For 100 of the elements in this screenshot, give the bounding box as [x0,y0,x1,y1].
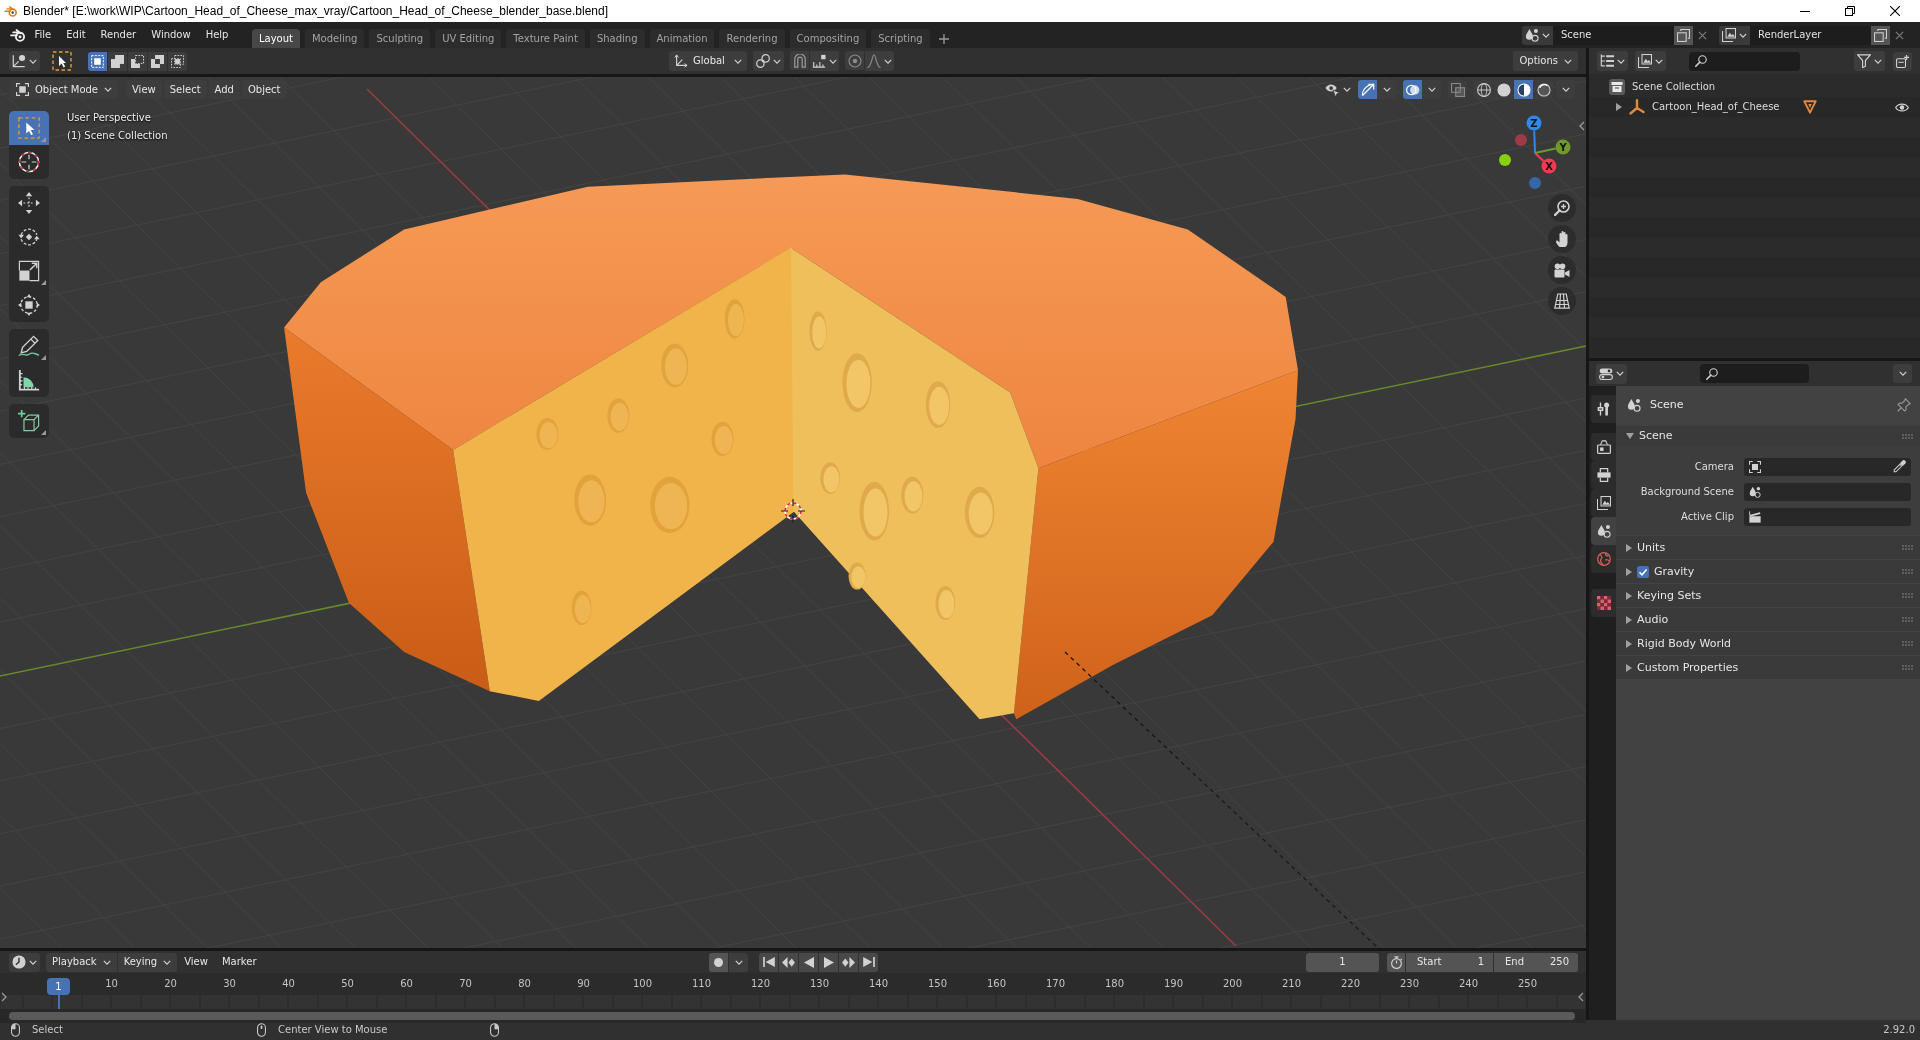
scene-name-field[interactable]: Scene [1553,25,1674,45]
menu-item[interactable]: View [177,952,215,972]
negative-axis-handle[interactable] [1515,134,1527,146]
plus-icon[interactable] [938,33,949,44]
workspace-tab[interactable]: Layout [251,29,300,48]
gizmo-toggle[interactable] [1358,80,1377,99]
workspace-tab[interactable]: Texture Paint [506,29,585,48]
tool-button[interactable] [9,288,49,322]
pin-icon[interactable] [1897,398,1911,412]
perspective-toggle-button[interactable] [1548,287,1576,315]
properties-tab[interactable] [1591,589,1616,617]
horizontal-scrollbar[interactable] [9,1012,1575,1020]
disclosure-triangle-icon[interactable] [1616,103,1622,111]
scene-browse-button[interactable] [1522,25,1553,45]
tool-button[interactable] [9,363,49,397]
record-button[interactable] [709,952,728,972]
triangle-icon[interactable] [1802,100,1817,114]
editor-type-button[interactable] [1597,51,1628,71]
visibility-dropdown[interactable] [1325,82,1351,97]
camera-field[interactable] [1744,457,1911,476]
axis-handle[interactable]: Y [1534,139,1571,155]
disclosure-triangle-icon[interactable] [1626,433,1634,439]
shading-mode-button[interactable] [1534,80,1553,99]
workspace-tab[interactable]: Modeling [304,29,365,48]
tool-button[interactable] [9,329,49,363]
eye-icon[interactable] [1895,101,1909,113]
panel-header[interactable]: Custom Properties [1616,656,1920,679]
menu-item[interactable]: Add [208,80,240,99]
select-mode-button[interactable] [108,51,127,71]
playback-button[interactable] [759,952,778,972]
menu-item[interactable]: Window [143,25,199,45]
tool-button[interactable] [9,404,49,438]
menu-item[interactable]: Help [198,25,236,45]
workspace-tab[interactable]: UV Editing [435,29,502,48]
dropdown-button[interactable] [729,952,748,972]
properties-tab[interactable] [1591,395,1616,423]
panel-header[interactable]: Rigid Body World [1616,632,1920,655]
drag-handle-icon[interactable] [1902,641,1913,646]
disclosure-triangle-icon[interactable] [1626,615,1632,624]
active-clip-field[interactable] [1744,507,1911,526]
xray-toggle[interactable] [1448,80,1467,99]
current-frame-field[interactable]: 1 [1306,952,1379,972]
restore-icon[interactable] [1845,6,1855,16]
shading-mode-button[interactable] [1494,80,1513,99]
duplicate-button[interactable] [1674,25,1693,45]
workspace-tab[interactable]: Compositing [789,29,867,48]
outliner-item[interactable]: Cartoon_Head_of_Cheese [1589,97,1920,117]
disclosure-triangle-icon[interactable] [1626,639,1632,648]
app-logo-icon[interactable] [10,28,26,42]
playback-button[interactable] [799,952,818,972]
menu-item[interactable]: Render [93,25,144,45]
filter-button[interactable] [1854,51,1885,71]
disclosure-triangle-icon[interactable] [1626,543,1632,552]
menu-item[interactable]: View [126,80,162,99]
orientation-dropdown[interactable]: Global [669,51,747,71]
overlay-toggle[interactable] [1403,80,1422,99]
shading-mode-button[interactable] [1514,80,1533,99]
options-dropdown[interactable]: Options [1513,51,1578,71]
properties-tab[interactable] [1591,489,1616,517]
editor-type-button[interactable] [9,51,40,71]
close-icon[interactable] [1890,6,1900,16]
search-field[interactable] [1689,51,1800,71]
preview-range-toggle[interactable] [1387,952,1405,972]
playback-button[interactable] [779,952,798,972]
view-layer-name-field[interactable]: RenderLayer [1750,25,1871,45]
dropdown-button[interactable] [1422,80,1441,99]
end-frame-field[interactable]: End 250 [1494,952,1578,972]
workspace-tab[interactable]: Shading [589,29,645,48]
disclosure-triangle-icon[interactable] [1626,591,1632,600]
tool-button[interactable] [9,145,49,179]
new-collection-button[interactable] [1893,51,1912,71]
panel-header[interactable]: Scene [1616,426,1920,446]
display-mode-button[interactable] [1635,51,1666,71]
camera-view-button[interactable] [1548,256,1576,284]
mode-dropdown[interactable]: Object Mode [10,80,118,99]
properties-tab[interactable] [1591,433,1616,461]
negative-axis-handle[interactable] [1499,154,1511,166]
panel-header[interactable]: Units [1616,536,1920,559]
workspace-tab[interactable]: Animation [649,29,715,48]
zoom-button[interactable] [1548,194,1576,222]
menu-item[interactable]: Select [163,80,207,99]
playhead[interactable]: 1 [47,978,70,995]
negative-axis-handle[interactable] [1529,177,1541,189]
select-box-icon[interactable] [52,51,72,71]
shading-mode-button[interactable] [1474,80,1493,99]
playback-button[interactable] [819,952,838,972]
duplicate-button[interactable] [1871,25,1890,45]
eyedropper-icon[interactable] [1893,460,1906,473]
proportional-editing-toggle[interactable] [845,51,864,70]
workspace-tab[interactable]: Rendering [719,29,785,48]
snap-toggle[interactable] [790,51,809,70]
drag-handle-icon[interactable] [1902,617,1913,622]
chevron-right-icon[interactable] [1,992,7,1002]
menu-item[interactable]: Edit [58,25,94,45]
disclosure-triangle-icon[interactable] [1626,567,1632,576]
select-mode-button[interactable] [128,51,147,71]
playback-button[interactable] [859,952,878,972]
select-mode-button[interactable] [88,51,107,71]
editor-type-button[interactable] [9,952,40,972]
menu-item[interactable]: Marker [214,952,264,972]
